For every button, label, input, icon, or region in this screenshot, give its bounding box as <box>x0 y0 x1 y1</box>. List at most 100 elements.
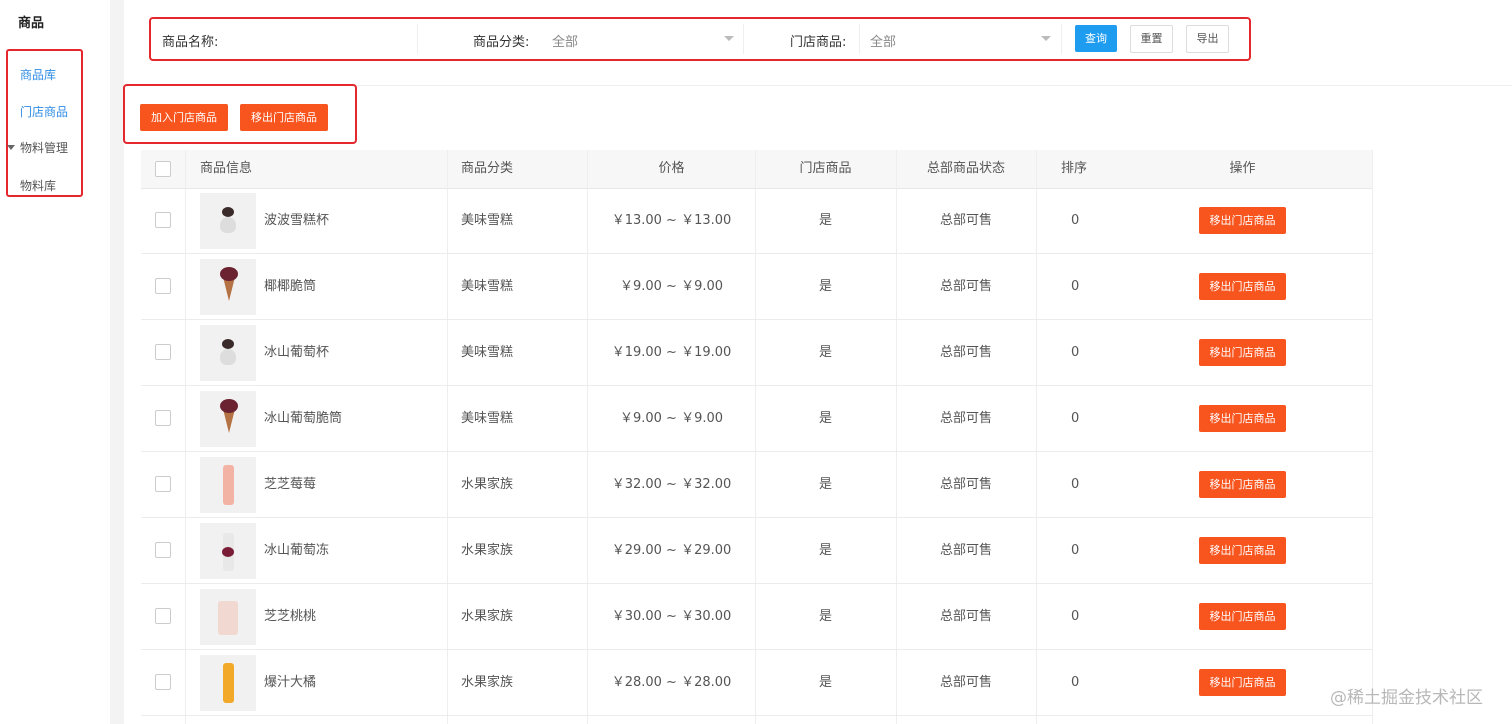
table-row: 芝芝桃桃 水果家族 ￥30.00 ~ ￥30.00 是 总部可售 0 移出门店商品 <box>141 584 1373 650</box>
export-button[interactable]: 导出 <box>1186 25 1229 53</box>
remove-store-product-button[interactable]: 移出门店商品 <box>1199 603 1286 630</box>
query-button[interactable]: 查询 <box>1075 25 1117 52</box>
product-price: ￥30.00 ~ ￥30.00 <box>611 609 732 624</box>
sidebar-item-material-management[interactable]: 物料管理 <box>20 139 68 156</box>
divider <box>859 24 860 54</box>
sort-value: 0 <box>1071 345 1080 360</box>
product-name: 芝芝桃桃 <box>264 609 317 624</box>
reset-button[interactable]: 重置 <box>1130 25 1173 53</box>
remove-store-product-button[interactable]: 移出门店商品 <box>1199 339 1286 366</box>
product-category: 水果家族 <box>461 609 514 624</box>
table-row: 冰山葡萄冻 水果家族 ￥29.00 ~ ￥29.00 是 总部可售 0 移出门店商品 <box>141 518 1373 584</box>
remove-store-product-button[interactable]: 移出门店商品 <box>1199 537 1286 564</box>
hq-status: 总部可售 <box>939 279 992 294</box>
category-select[interactable]: 全部 <box>552 31 578 50</box>
remove-store-product-button[interactable]: 移出门店商品 <box>1199 405 1286 432</box>
remove-store-product-button[interactable]: 移出门店商品 <box>1199 207 1286 234</box>
hq-status: 总部可售 <box>939 609 992 624</box>
product-price: ￥9.00 ~ ￥9.00 <box>619 411 724 426</box>
caret-down-icon <box>7 145 15 150</box>
sort-value: 0 <box>1071 411 1080 426</box>
header-store-product: 门店商品 <box>799 161 852 176</box>
product-price: ￥28.00 ~ ￥28.00 <box>611 675 732 690</box>
chevron-down-icon[interactable] <box>1041 36 1051 41</box>
product-thumbnail <box>200 523 256 579</box>
store-product-flag: 是 <box>818 543 832 558</box>
sidebar-item-material-library[interactable]: 物料库 <box>20 177 56 194</box>
table-row: 爆汁大橘 水果家族 ￥28.00 ~ ￥28.00 是 总部可售 0 移出门店商品 <box>141 650 1373 716</box>
chevron-down-icon[interactable] <box>724 36 734 41</box>
header-sort: 排序 <box>1061 161 1088 176</box>
header-product-info: 商品信息 <box>200 161 253 176</box>
product-category: 水果家族 <box>461 477 514 492</box>
product-category: 美味雪糕 <box>461 213 514 228</box>
sidebar: 商品 商品库 门店商品 物料管理 物料库 <box>0 0 110 724</box>
row-checkbox[interactable] <box>155 542 171 558</box>
product-price: ￥29.00 ~ ￥29.00 <box>611 543 732 558</box>
remove-store-product-button[interactable]: 移出门店商品 <box>240 104 328 131</box>
divider <box>417 24 418 54</box>
hq-status: 总部可售 <box>939 477 992 492</box>
product-thumbnail <box>200 589 256 645</box>
product-name: 冰山葡萄冻 <box>264 543 330 558</box>
product-price: ￥32.00 ~ ￥32.00 <box>611 477 732 492</box>
store-product-flag: 是 <box>818 213 832 228</box>
store-product-flag: 是 <box>818 609 832 624</box>
product-thumbnail <box>200 193 256 249</box>
remove-store-product-button[interactable]: 移出门店商品 <box>1199 273 1286 300</box>
product-name: 冰山葡萄杯 <box>264 345 330 360</box>
store-product-select[interactable]: 全部 <box>870 31 896 50</box>
row-checkbox[interactable] <box>155 410 171 426</box>
row-checkbox[interactable] <box>155 212 171 228</box>
store-product-flag: 是 <box>818 477 832 492</box>
divider <box>1061 24 1062 54</box>
store-product-flag: 是 <box>818 411 832 426</box>
remove-store-product-button[interactable]: 移出门店商品 <box>1199 471 1286 498</box>
row-checkbox[interactable] <box>155 608 171 624</box>
add-store-product-button[interactable]: 加入门店商品 <box>140 104 228 131</box>
category-label: 商品分类: <box>473 35 530 50</box>
hq-status: 总部可售 <box>939 543 992 558</box>
product-thumbnail <box>200 259 256 315</box>
product-thumbnail <box>200 457 256 513</box>
sort-value: 0 <box>1071 609 1080 624</box>
remove-store-product-button[interactable]: 移出门店商品 <box>1199 669 1286 696</box>
product-name: 爆汁大橘 <box>264 675 317 690</box>
divider <box>743 24 744 54</box>
sort-value: 0 <box>1071 279 1080 294</box>
select-all-checkbox[interactable] <box>155 161 171 177</box>
sidebar-title: 商品 <box>18 16 45 31</box>
table-row: 冰山葡萄脆筒 美味雪糕 ￥9.00 ~ ￥9.00 是 总部可售 0 移出门店商品 <box>141 386 1373 452</box>
sidebar-item-store-products[interactable]: 门店商品 <box>20 103 68 120</box>
table-row: 椰椰脆筒 美味雪糕 ￥9.00 ~ ￥9.00 是 总部可售 0 移出门店商品 <box>141 254 1373 320</box>
hq-status: 总部可售 <box>939 345 992 360</box>
store-product-flag: 是 <box>818 345 832 360</box>
table-row: 波波雪糕杯 美味雪糕 ￥13.00 ~ ￥13.00 是 总部可售 0 移出门店商品 <box>141 188 1373 254</box>
product-name: 波波雪糕杯 <box>264 213 330 228</box>
product-category: 水果家族 <box>461 543 514 558</box>
sort-value: 0 <box>1071 213 1080 228</box>
sort-value: 0 <box>1071 477 1080 492</box>
row-checkbox[interactable] <box>155 344 171 360</box>
sort-value: 0 <box>1071 675 1080 690</box>
row-checkbox[interactable] <box>155 476 171 492</box>
product-price: ￥9.00 ~ ￥9.00 <box>619 279 724 294</box>
table-row: 冰山葡萄杯 美味雪糕 ￥19.00 ~ ￥19.00 是 总部可售 0 移出门店商品 <box>141 320 1373 386</box>
store-product-label: 门店商品: <box>790 35 847 50</box>
store-product-flag: 是 <box>818 279 832 294</box>
product-category: 水果家族 <box>461 675 514 690</box>
header-actions: 操作 <box>1229 161 1256 176</box>
product-name: 芝芝莓莓 <box>264 477 317 492</box>
product-thumbnail <box>200 655 256 711</box>
hq-status: 总部可售 <box>939 411 992 426</box>
hq-status: 总部可售 <box>939 675 992 690</box>
product-name: 冰山葡萄脆筒 <box>264 411 343 426</box>
product-name-label: 商品名称: <box>162 35 219 50</box>
header-category: 商品分类 <box>461 161 514 176</box>
row-checkbox[interactable] <box>155 278 171 294</box>
row-checkbox[interactable] <box>155 674 171 690</box>
product-price: ￥13.00 ~ ￥13.00 <box>611 213 732 228</box>
layout-gutter <box>110 0 124 724</box>
sidebar-item-product-library[interactable]: 商品库 <box>20 66 56 83</box>
product-table: 商品信息 商品分类 价格 门店商品 总部商品状态 排序 操作 波波雪糕杯 美味雪糕… <box>141 150 1373 724</box>
